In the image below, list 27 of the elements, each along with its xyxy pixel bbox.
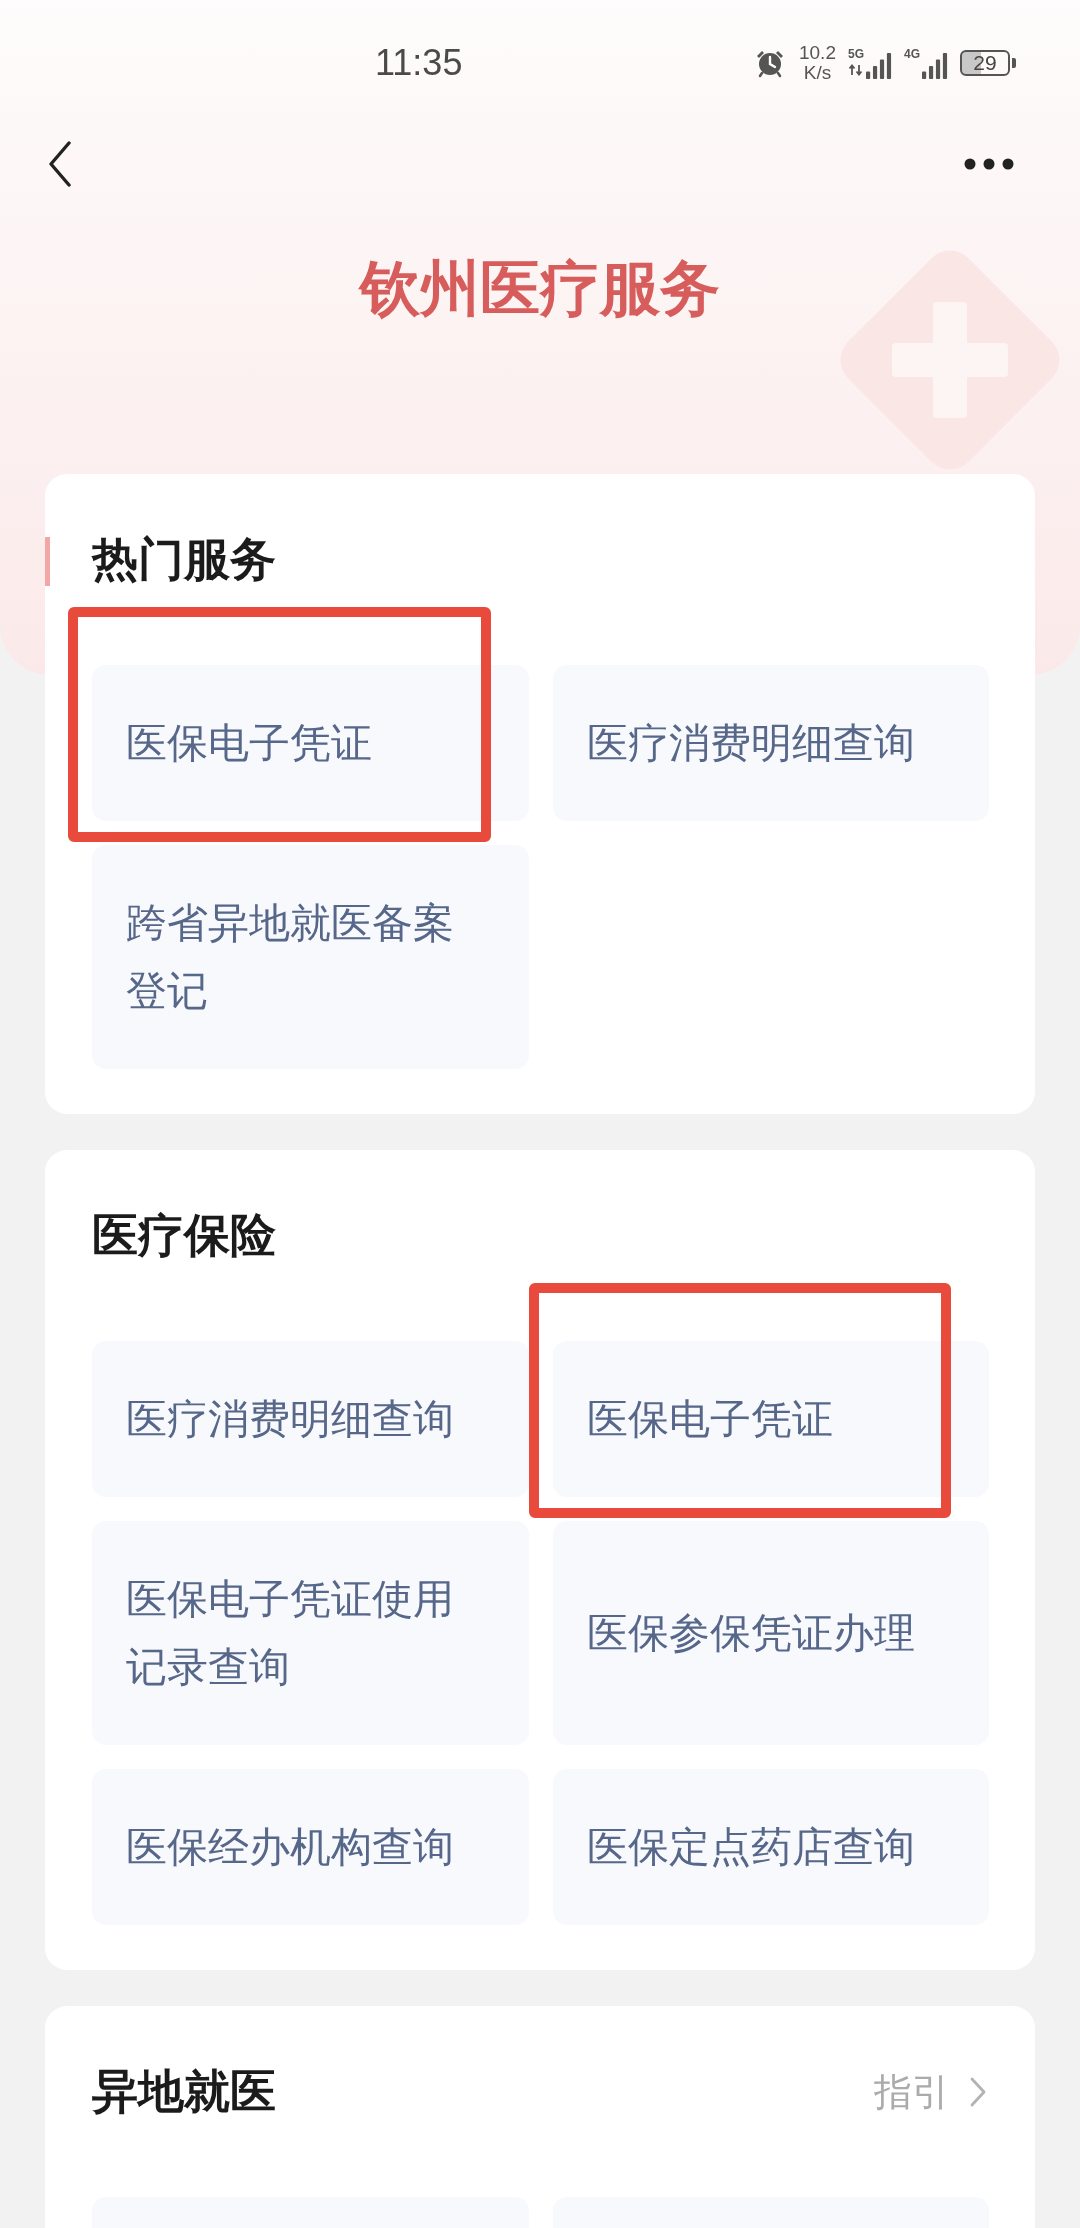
service-tile[interactable]: 跨省异地就医备案登记 [92,845,529,1069]
alarm-clock-icon [755,48,785,78]
service-tile[interactable]: 医保电子凭证使用记录查询 [92,1521,529,1745]
network-type-label: 4G [904,47,920,61]
more-button[interactable] [964,158,1014,170]
service-tile[interactable]: 医保电子凭证 [552,1341,989,1497]
service-tile[interactable]: 医疗消费明细查询 [552,665,989,821]
status-time: 11:35 [375,45,463,81]
chevron-right-icon [970,2076,986,2107]
service-tile[interactable]: 医疗消费明细查询 [92,1341,529,1497]
section-title: 异地就医 [92,2064,276,2119]
page-title: 钦州医疗服务 [360,252,720,324]
network-speed: 10.2 [799,43,836,63]
signal-bars-icon [922,53,948,79]
service-tile[interactable]: 医保经办机构查询 [92,1769,529,1925]
section-title: 热门服务 [92,532,276,587]
network-type-label: 5G [847,47,864,61]
battery-indicator: 29 [960,50,1016,76]
service-tile[interactable]: 医保参保凭证办理 [552,1521,989,1745]
section-title: 医疗保险 [92,1208,276,1263]
more-icon [964,158,1014,170]
back-icon [48,141,72,187]
service-tile[interactable]: 医保定点药店查询 [552,1769,989,1925]
signal-bars-icon [866,53,892,79]
service-tile[interactable]: 医保电子凭证 [92,665,529,821]
back-button[interactable] [48,141,72,187]
speed-unit: K/s [803,63,832,83]
